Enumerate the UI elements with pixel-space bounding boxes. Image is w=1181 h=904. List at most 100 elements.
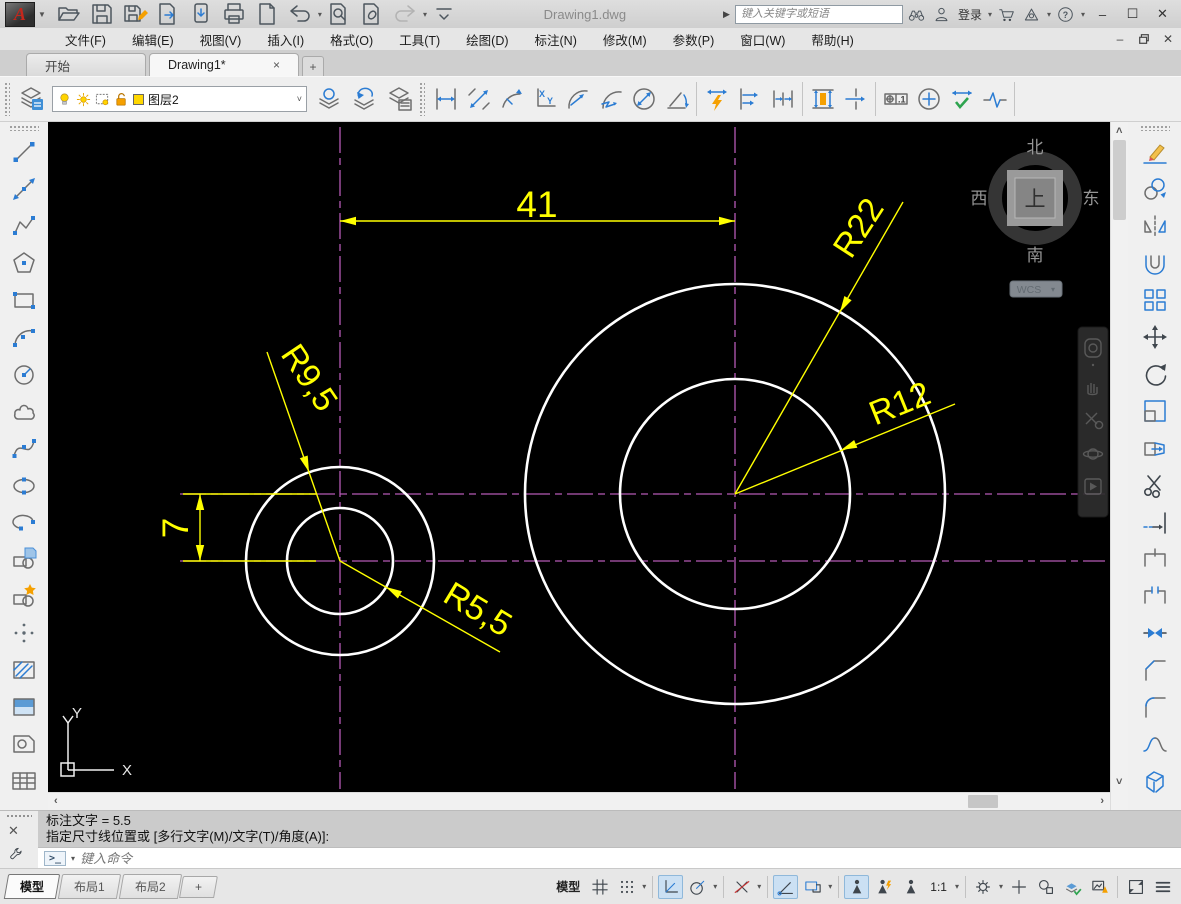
radius-dim-icon[interactable] bbox=[561, 83, 594, 116]
toolbar-grip[interactable] bbox=[9, 125, 39, 131]
break-icon[interactable] bbox=[1137, 578, 1172, 613]
dropdown-caret-icon[interactable]: ▾ bbox=[713, 882, 717, 891]
erase-icon[interactable] bbox=[1137, 134, 1172, 169]
tab-start[interactable]: 开始 bbox=[26, 53, 146, 76]
menu-tools[interactable]: 工具(T) bbox=[386, 28, 453, 51]
jogged-radius-icon[interactable] bbox=[594, 83, 627, 116]
help-search-input[interactable] bbox=[735, 5, 903, 24]
plot-preview-icon[interactable] bbox=[323, 0, 356, 31]
print-icon[interactable] bbox=[218, 0, 251, 31]
dropdown-caret-icon[interactable]: ▾ bbox=[987, 10, 993, 19]
maximize-button[interactable]: ☐ bbox=[1119, 3, 1146, 25]
ellipse-icon[interactable] bbox=[7, 467, 42, 502]
array-icon[interactable] bbox=[1137, 282, 1172, 317]
layout-tab-layout1[interactable]: 布局1 bbox=[58, 874, 121, 899]
annotation-visibility-button[interactable] bbox=[844, 875, 869, 899]
center-mark-icon[interactable] bbox=[912, 83, 945, 116]
continue-dim-icon[interactable] bbox=[766, 83, 799, 116]
menu-window[interactable]: 窗口(W) bbox=[727, 28, 798, 51]
a360-icon[interactable] bbox=[1021, 4, 1043, 24]
account-icon[interactable] bbox=[931, 4, 953, 24]
baseline-dim-icon[interactable] bbox=[733, 83, 766, 116]
menu-help[interactable]: 帮助(H) bbox=[798, 28, 866, 51]
chevron-down-icon[interactable]: ˅ bbox=[297, 94, 302, 104]
dropdown-caret-icon[interactable]: ▾ bbox=[828, 882, 832, 891]
rotate-icon[interactable] bbox=[1137, 356, 1172, 391]
layout-tab-layout2[interactable]: 布局2 bbox=[118, 874, 181, 899]
scale-icon[interactable] bbox=[1137, 393, 1172, 428]
dim-7[interactable]: 7 bbox=[155, 494, 316, 561]
line-icon[interactable] bbox=[7, 134, 42, 169]
toolbar-grip[interactable] bbox=[1140, 125, 1170, 131]
drawing-canvas[interactable]: 41 7 R9,5 bbox=[48, 122, 1110, 792]
model-space-button[interactable]: 模型 bbox=[551, 875, 585, 898]
annotation-monitor-button[interactable] bbox=[1087, 875, 1112, 899]
trim-icon[interactable] bbox=[1137, 467, 1172, 502]
menu-format[interactable]: 格式(O) bbox=[317, 28, 386, 51]
toolbar-grip[interactable] bbox=[419, 82, 425, 116]
undo-icon[interactable] bbox=[284, 0, 317, 31]
break-at-point-icon[interactable] bbox=[1137, 541, 1172, 576]
dropdown-caret-icon[interactable]: ▾ bbox=[642, 882, 646, 891]
doc-minimize-button[interactable]: – bbox=[1109, 30, 1131, 48]
search-binoculars-icon[interactable] bbox=[906, 4, 928, 24]
aligned-dim-icon[interactable] bbox=[462, 83, 495, 116]
extend-icon[interactable] bbox=[1137, 504, 1172, 539]
circle-icon[interactable] bbox=[7, 356, 42, 391]
arc-icon[interactable] bbox=[7, 319, 42, 354]
save-icon[interactable] bbox=[86, 0, 119, 31]
view-cube[interactable]: 上 北 南 西 东 bbox=[971, 138, 1100, 266]
horizontal-scroll-thumb[interactable] bbox=[968, 795, 998, 808]
arc-length-icon[interactable] bbox=[495, 83, 528, 116]
app-logo[interactable]: A bbox=[5, 2, 35, 27]
dim-space-icon[interactable] bbox=[806, 83, 839, 116]
copy-icon[interactable] bbox=[1137, 171, 1172, 206]
ellipse-arc-icon[interactable] bbox=[7, 504, 42, 539]
dropdown-caret-icon[interactable]: ▾ bbox=[955, 882, 959, 891]
dropdown-caret-icon[interactable]: ▾ bbox=[757, 882, 761, 891]
layer-dropdown[interactable]: 图层2 ˅ bbox=[52, 86, 307, 112]
diameter-dim-icon[interactable] bbox=[627, 83, 660, 116]
command-prompt-caret-icon[interactable]: ▾ bbox=[70, 854, 76, 863]
doc-restore-button[interactable] bbox=[1133, 30, 1155, 48]
menu-dimension[interactable]: 标注(N) bbox=[522, 28, 590, 51]
close-button[interactable]: ✕ bbox=[1149, 3, 1176, 25]
scroll-down-icon[interactable]: ˅ bbox=[1116, 777, 1122, 788]
vertical-scroll-thumb[interactable] bbox=[1113, 140, 1126, 220]
isolate-objects-button[interactable] bbox=[1033, 875, 1058, 899]
annotation-objects-button[interactable] bbox=[898, 875, 923, 899]
insert-block-icon[interactable] bbox=[7, 541, 42, 576]
graphics-performance-button[interactable] bbox=[1060, 875, 1085, 899]
publish-icon[interactable] bbox=[185, 0, 218, 31]
doc-close-button[interactable]: ✕ bbox=[1157, 30, 1179, 48]
annotation-scale-button[interactable]: 1:1 bbox=[925, 877, 952, 897]
explode-icon[interactable] bbox=[1137, 763, 1172, 798]
snap-mode-button[interactable] bbox=[614, 875, 639, 899]
minimize-button[interactable]: – bbox=[1089, 3, 1116, 25]
menu-parametric[interactable]: 参数(P) bbox=[660, 28, 728, 51]
new-tab-button[interactable]: + bbox=[302, 56, 324, 76]
redo-icon[interactable] bbox=[389, 0, 422, 31]
construction-line-icon[interactable] bbox=[7, 171, 42, 206]
polyline-icon[interactable] bbox=[7, 208, 42, 243]
tab-close-icon[interactable]: × bbox=[273, 58, 280, 72]
command-wrench-icon[interactable] bbox=[8, 846, 24, 865]
clean-screen-button[interactable] bbox=[1123, 875, 1148, 899]
create-block-icon[interactable] bbox=[7, 578, 42, 613]
jogged-linear-icon[interactable] bbox=[978, 83, 1011, 116]
dim-41[interactable]: 41 bbox=[340, 184, 735, 225]
customization-button[interactable] bbox=[1150, 875, 1175, 899]
help-icon[interactable]: ? bbox=[1055, 4, 1077, 24]
object-snap-button[interactable] bbox=[729, 875, 754, 899]
command-close-icon[interactable]: ✕ bbox=[8, 823, 19, 839]
new-icon[interactable] bbox=[251, 0, 284, 31]
dim-r12[interactable]: R12 bbox=[735, 375, 955, 494]
tab-drawing1[interactable]: Drawing1*× bbox=[149, 53, 299, 76]
gradient-icon[interactable] bbox=[7, 689, 42, 724]
layout-tab-model[interactable]: 模型 bbox=[4, 874, 60, 899]
dim-break-icon[interactable] bbox=[839, 83, 872, 116]
polygon-icon[interactable] bbox=[7, 245, 42, 280]
table-icon[interactable] bbox=[7, 763, 42, 798]
region-icon[interactable] bbox=[7, 726, 42, 761]
vertical-scrollbar[interactable]: ˄ ˅ bbox=[1110, 122, 1128, 810]
